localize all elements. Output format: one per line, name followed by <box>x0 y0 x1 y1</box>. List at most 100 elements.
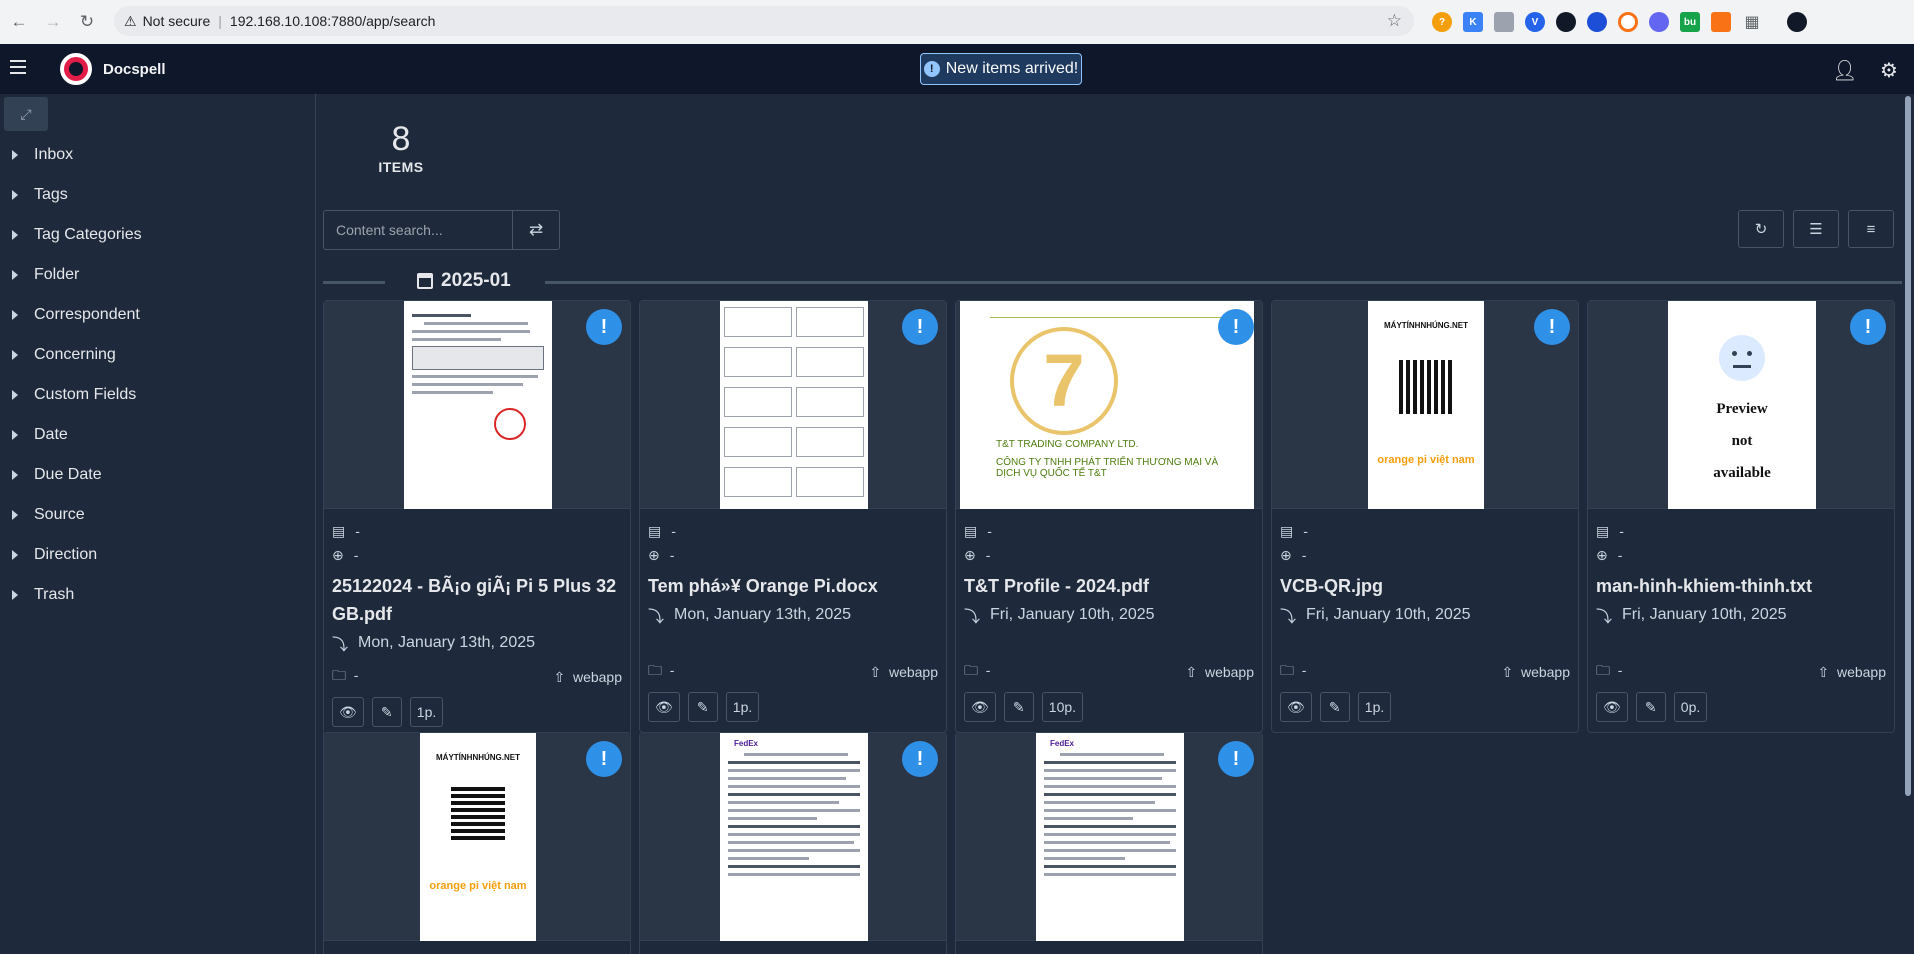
item-preview[interactable]: Preview not available ! <box>1588 301 1894 509</box>
item-preview[interactable]: ! <box>640 301 946 509</box>
divider <box>323 281 385 284</box>
preview-eye-icon[interactable]: 👁︎ <box>648 692 680 722</box>
extension-icon[interactable] <box>1649 12 1669 32</box>
sidebar-item-trash[interactable]: Trash <box>12 586 74 604</box>
sidebar-item-custom-fields[interactable]: Custom Fields <box>12 386 136 404</box>
fedex-logo: FedEx <box>734 739 759 748</box>
extension-icon[interactable] <box>1618 12 1638 32</box>
item-card[interactable]: ! ▤ - ⊕ - Tem phá»¥ Orange Pi.docx ⤵ Mon, J… <box>639 300 947 733</box>
item-card[interactable]: ! ▤ - ⊕ - 25122024 - BÃ¡o giÃ¡ Pi 5 Plus 3… <box>323 300 631 738</box>
item-preview[interactable]: FedEx ! <box>956 733 1262 941</box>
preview-eye-icon[interactable]: 👁︎ <box>332 697 364 727</box>
extension-icon[interactable]: bu <box>1680 12 1700 32</box>
page-count[interactable]: 1p. <box>409 697 444 727</box>
extension-icon[interactable]: K <box>1463 12 1483 32</box>
incoming-arrow-icon: ⤵ <box>648 609 665 626</box>
scrollbar-thumb[interactable] <box>1905 96 1911 796</box>
fedex-logo: FedEx <box>1050 739 1075 748</box>
profile-icon[interactable] <box>1787 12 1807 32</box>
sidebar-item-tag-categories[interactable]: Tag Categories <box>12 226 142 244</box>
extension-icon[interactable] <box>1711 12 1731 32</box>
edit-icon[interactable]: ✎ <box>1319 692 1350 722</box>
expand-icon[interactable]: ⤢ <box>4 97 48 131</box>
refresh-icon: ↻ <box>1754 221 1768 238</box>
item-title[interactable]: 25122024 - BÃ¡o giÃ¡ Pi 5 Plus 32 GB.pdf <box>332 572 622 628</box>
sidebar-item-date[interactable]: Date <box>12 426 68 444</box>
item-preview[interactable]: MÁYTÍNHNHÚNG.NET orange pi việt nam ! <box>1272 301 1578 509</box>
date-group-label: 2025-01 <box>417 270 511 292</box>
sidebar-item-concerning[interactable]: Concerning <box>12 346 116 364</box>
item-card[interactable]: MÁYTÍNHNHÚNG.NET orange pi việt nam ! <box>323 732 631 954</box>
preview-text: MÁYTÍNHNHÚNG.NET <box>1384 321 1468 330</box>
divider <box>545 281 1903 284</box>
edit-icon[interactable]: ✎ <box>371 697 402 727</box>
item-title[interactable]: T&T Profile - 2024.pdf <box>964 572 1254 600</box>
item-card[interactable]: FedEx ! <box>955 732 1263 954</box>
sidebar-item-tags[interactable]: Tags <box>12 186 68 204</box>
extension-icon[interactable] <box>1494 12 1514 32</box>
extension-icon[interactable]: V <box>1525 12 1545 32</box>
new-items-notification[interactable]: ! New items arrived! <box>920 53 1082 85</box>
document-thumbnail <box>720 301 868 509</box>
sidebar-item-folder[interactable]: Folder <box>12 266 79 284</box>
item-date: ⤵ Mon, January 13th, 2025 <box>332 631 622 655</box>
caret-right-icon <box>12 550 18 560</box>
puzzle-icon[interactable]: ▦ <box>1742 12 1762 32</box>
caret-right-icon <box>12 470 18 480</box>
address-bar[interactable]: ⚠ Not secure | 192.168.10.108:7880/app/s… <box>114 6 1414 36</box>
user-icon[interactable]: 👤︎ <box>1832 58 1857 83</box>
sidebar-item-source[interactable]: Source <box>12 506 85 524</box>
item-card[interactable]: Preview not available ! ▤ - ⊕ - man-hinh-k… <box>1587 300 1895 733</box>
sidebar-item-due-date[interactable]: Due Date <box>12 466 102 484</box>
sidebar-item-direction[interactable]: Direction <box>12 546 97 564</box>
item-count: 8 ITEMS <box>316 120 486 177</box>
search-sidebar: ⤢ Inbox Tags Tag Categories Folder Corre… <box>0 94 316 954</box>
page-count[interactable]: 1p. <box>725 692 760 722</box>
results-panel: 8 ITEMS Content search... ⇄ ↻ ☰ ≡ 2025-0… <box>316 94 1912 954</box>
reload-icon[interactable]: ↻ <box>72 7 102 37</box>
item-title[interactable]: VCB-QR.jpg <box>1280 572 1570 600</box>
item-date: ⤵ Fri, January 10th, 2025 <box>1280 603 1570 627</box>
refresh-button[interactable]: ↻ <box>1738 210 1784 248</box>
edit-icon[interactable]: ✎ <box>687 692 718 722</box>
extension-icon[interactable] <box>1587 12 1607 32</box>
page-count[interactable]: 0p. <box>1673 692 1708 722</box>
concerning-row: ⊕ - <box>964 546 991 564</box>
scrollbar[interactable] <box>1902 94 1914 954</box>
preview-eye-icon[interactable]: 👁︎ <box>1596 692 1628 722</box>
bookmark-star-icon[interactable]: ☆ <box>1387 11 1402 31</box>
source-row: ⇧ webapp <box>1501 663 1570 680</box>
extension-icon[interactable]: ? <box>1432 12 1452 32</box>
caret-right-icon <box>12 230 18 240</box>
item-preview[interactable]: MÁYTÍNHNHÚNG.NET orange pi việt nam ! <box>324 733 630 941</box>
page-count[interactable]: 10p. <box>1041 692 1084 722</box>
view-menu-button[interactable]: ≡ <box>1848 210 1894 248</box>
settings-icon[interactable]: ⚙ <box>1880 58 1898 83</box>
item-title[interactable]: Tem phá»¥ Orange Pi.docx <box>648 572 938 600</box>
item-preview[interactable]: ! <box>324 301 630 509</box>
item-preview[interactable]: 7 T&T TRADING COMPANY LTD. CÔNG TY TNHH … <box>956 301 1262 509</box>
sidebar-item-correspondent[interactable]: Correspondent <box>12 306 140 324</box>
item-card[interactable]: 7 T&T TRADING COMPANY LTD. CÔNG TY TNHH … <box>955 300 1263 733</box>
select-mode-button[interactable]: ☰ <box>1793 210 1839 248</box>
forward-icon[interactable]: → <box>38 7 68 37</box>
document-thumbnail: MÁYTÍNHNHÚNG.NET orange pi việt nam <box>1368 301 1484 509</box>
item-preview[interactable]: FedEx ! <box>640 733 946 941</box>
menu-icon[interactable] <box>10 60 26 74</box>
edit-icon[interactable]: ✎ <box>1635 692 1666 722</box>
item-card[interactable]: FedEx ! <box>639 732 947 954</box>
url-text: 192.168.10.108:7880/app/search <box>229 13 436 29</box>
sidebar-item-inbox[interactable]: Inbox <box>12 146 73 164</box>
edit-icon[interactable]: ✎ <box>1003 692 1034 722</box>
back-icon[interactable]: ← <box>4 7 34 37</box>
preview-eye-icon[interactable]: 👁︎ <box>1280 692 1312 722</box>
search-mode-toggle-icon[interactable]: ⇄ <box>512 210 560 250</box>
content-search-input[interactable]: Content search... <box>323 210 513 250</box>
item-card[interactable]: MÁYTÍNHNHÚNG.NET orange pi việt nam ! ▤ -… <box>1271 300 1579 733</box>
preview-eye-icon[interactable]: 👁︎ <box>964 692 996 722</box>
extension-icon[interactable] <box>1556 12 1576 32</box>
item-title[interactable]: man-hinh-khiem-thinh.txt <box>1596 572 1886 600</box>
page-count[interactable]: 1p. <box>1357 692 1392 722</box>
document-thumbnail: FedEx <box>720 733 868 941</box>
list-icon: ≡ <box>1866 220 1876 238</box>
